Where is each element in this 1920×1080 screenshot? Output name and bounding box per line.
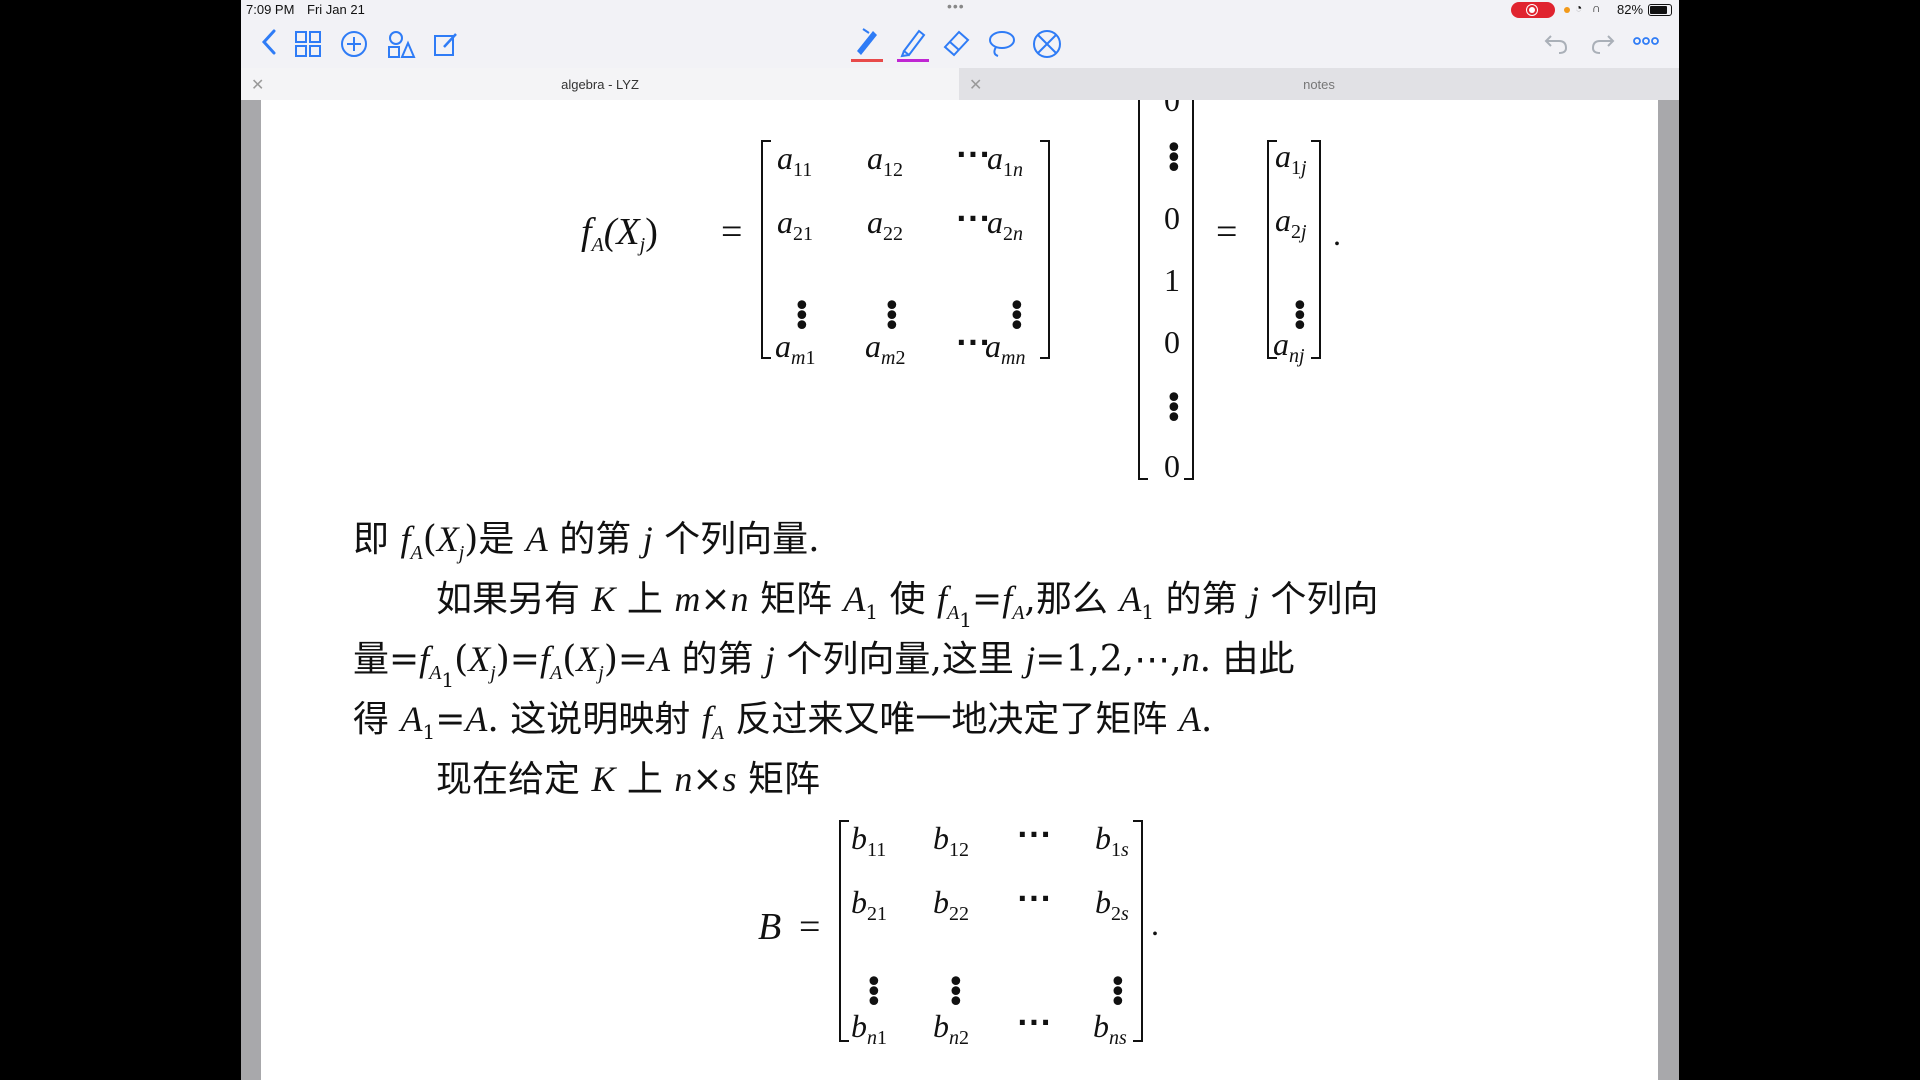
edit-icon[interactable] bbox=[432, 30, 460, 58]
ipad-screen: 7:09 PM Fri Jan 21 ••• ◔ ∩ 82% ✕ algebra… bbox=[241, 0, 1679, 1080]
paragraph-line-1: 即 fA(Xj)是 A 的第 j 个列向量. bbox=[353, 519, 820, 564]
vector-left-bracket bbox=[1138, 100, 1148, 480]
status-bar: 7:09 PM Fri Jan 21 ••• ◔ ∩ 82% bbox=[241, 0, 1679, 20]
paragraph-line-4: 得 A1=A. 这说明映射 fA 反过来又唯一地决定了矩阵 A. bbox=[353, 699, 1213, 744]
matrix-b-cell: bns bbox=[1093, 1008, 1127, 1049]
shapes-icon[interactable] bbox=[386, 29, 416, 59]
status-time: 7:09 PM bbox=[246, 2, 295, 17]
paragraph-line-3: 量=fA1(Xj)=fA(Xj)=A 的第 j 个列向量,这里 j=1,2,⋯,… bbox=[353, 639, 1295, 692]
tab-notes[interactable]: ✕ notes bbox=[959, 68, 1679, 100]
matrix-b-cell: b11 bbox=[851, 820, 887, 861]
paragraph-line-5: 现在给定 K 上 n×s 矩阵 bbox=[436, 759, 820, 800]
eq2-period: . bbox=[1151, 906, 1159, 942]
headphones-icon: ∩ bbox=[1592, 1, 1601, 15]
matrix-a-left-bracket bbox=[761, 140, 771, 359]
tab-algebra[interactable]: ✕ algebra - LYZ bbox=[241, 68, 959, 100]
matrix-a-hdots: ··· bbox=[956, 202, 991, 235]
result-entry: a1j bbox=[1275, 138, 1307, 179]
matrix-b-right-bracket bbox=[1133, 820, 1143, 1042]
matrix-a-cell: a22 bbox=[867, 204, 903, 245]
matrix-a-cell: am1 bbox=[775, 328, 816, 369]
multitasking-grabber[interactable]: ••• bbox=[947, 0, 965, 14]
matrix-b-cell: bn1 bbox=[851, 1008, 887, 1049]
eraser-tool-icon[interactable] bbox=[941, 27, 973, 59]
matrix-a-cell: amn bbox=[985, 328, 1026, 369]
matrix-a-right-bracket bbox=[1040, 140, 1050, 359]
eq1-equals: = bbox=[721, 211, 743, 253]
more-icon[interactable] bbox=[1633, 34, 1659, 48]
matrix-a-hdots: ··· bbox=[956, 138, 991, 171]
matrix-b-cell: bn2 bbox=[933, 1008, 969, 1049]
paragraph-line-2: 如果另有 K 上 m×n 矩阵 A1 使 fA1=fA,那么 A1 的第 j 个… bbox=[436, 579, 1379, 632]
matrix-b-left-bracket bbox=[839, 820, 849, 1042]
vector-entry: 1 bbox=[1164, 262, 1180, 298]
matrix-b-cell: b22 bbox=[933, 884, 969, 925]
matrix-a-cell: a21 bbox=[777, 204, 813, 245]
vector-entry: 0 bbox=[1164, 100, 1180, 118]
eq2-equals: = bbox=[799, 906, 821, 948]
matrix-a-cell: a12 bbox=[867, 140, 903, 181]
vector-vdots: • • • bbox=[1165, 381, 1183, 436]
mic-indicator bbox=[1564, 7, 1570, 13]
document-tabs: ✕ algebra - LYZ ✕ notes bbox=[241, 68, 1679, 100]
lasso-tool-icon[interactable] bbox=[986, 28, 1018, 60]
back-chevron-icon[interactable] bbox=[261, 28, 277, 56]
battery-icon bbox=[1648, 4, 1672, 16]
app-toolbar bbox=[241, 20, 1679, 68]
vector-entry: 0 bbox=[1164, 200, 1180, 236]
pen-tool-icon[interactable] bbox=[849, 25, 885, 65]
screen-record-indicator[interactable] bbox=[1511, 2, 1555, 18]
status-date: Fri Jan 21 bbox=[307, 2, 365, 17]
matrix-b-cell: b2s bbox=[1095, 884, 1129, 925]
matrix-b-cell: b1s bbox=[1095, 820, 1129, 861]
vector-vdots: • • • bbox=[1165, 131, 1183, 186]
matrix-b-cell: b12 bbox=[933, 820, 969, 861]
matrix-b-vdots: • • • bbox=[865, 965, 883, 1020]
redo-icon[interactable] bbox=[1590, 30, 1616, 56]
matrix-b-hdots: ··· bbox=[1017, 818, 1052, 851]
matrix-b-vdots: • • • bbox=[1109, 965, 1127, 1020]
matrix-a-cell: a1n bbox=[987, 140, 1023, 181]
grid-icon[interactable] bbox=[294, 30, 322, 58]
undo-icon[interactable] bbox=[1543, 30, 1569, 56]
battery-percent: 82% bbox=[1617, 2, 1644, 17]
vector-right-bracket bbox=[1184, 100, 1194, 480]
matrix-a-cell: am2 bbox=[865, 328, 906, 369]
matrix-b-hdots: ··· bbox=[1017, 1006, 1052, 1039]
document-page[interactable]: fA(Xj) = a11 a12 ··· a1n a21 a22 ··· a2n… bbox=[261, 100, 1658, 1080]
highlighter-tool-icon[interactable] bbox=[895, 25, 931, 65]
eq2-lhs: B bbox=[758, 906, 782, 948]
vector-entry: 0 bbox=[1164, 448, 1180, 484]
tab-label: algebra - LYZ bbox=[561, 77, 639, 92]
matrix-b-cell: b21 bbox=[851, 884, 887, 925]
result-right-bracket bbox=[1311, 140, 1321, 359]
wifi-icon: ◔ bbox=[1575, 1, 1583, 15]
eq1-period: . bbox=[1333, 216, 1341, 252]
result-entry: anj bbox=[1273, 326, 1305, 367]
matrix-a-cell: a11 bbox=[777, 140, 813, 181]
matrix-a-cell: a2n bbox=[987, 204, 1023, 245]
add-icon[interactable] bbox=[340, 30, 368, 58]
matrix-b-vdots: • • • bbox=[947, 965, 965, 1020]
result-entry: a2j bbox=[1275, 202, 1307, 243]
eq1-lhs: fA(Xj) bbox=[581, 211, 658, 256]
eq1-equals-2: = bbox=[1216, 211, 1238, 253]
vector-entry: 0 bbox=[1164, 324, 1180, 360]
ruler-off-icon[interactable] bbox=[1031, 28, 1063, 60]
matrix-b-hdots: ··· bbox=[1017, 882, 1052, 915]
tab-label: notes bbox=[1303, 77, 1335, 92]
